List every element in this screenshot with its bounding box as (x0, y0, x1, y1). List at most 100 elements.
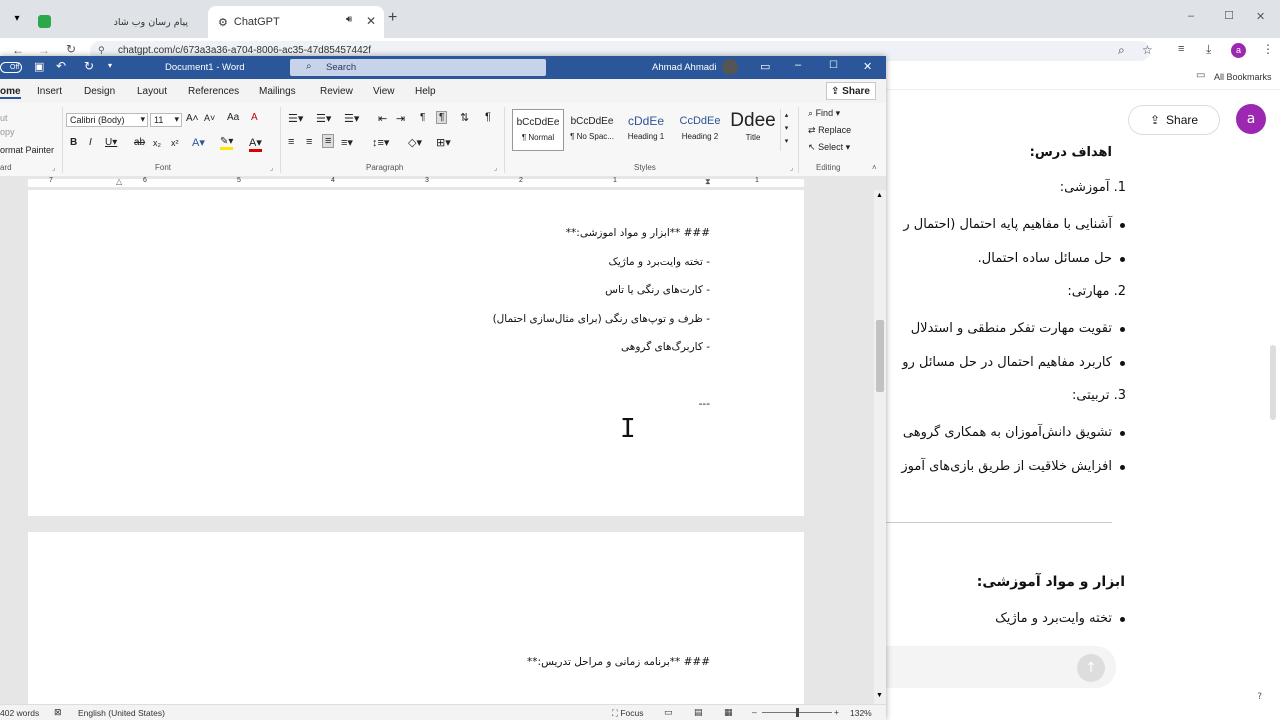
word-count[interactable]: 402 words (0, 708, 39, 718)
zoom-level[interactable]: 132% (850, 708, 872, 718)
word-maximize-button[interactable]: ☐ (829, 60, 838, 71)
strikethrough-button[interactable]: ab (134, 137, 145, 148)
tab-home[interactable]: ome (0, 86, 21, 99)
forward-icon[interactable]: → (38, 43, 50, 57)
clear-formatting-icon[interactable]: A (251, 112, 258, 123)
reading-list-icon[interactable]: ≡ (1178, 43, 1184, 55)
underline-button[interactable]: U▾ (105, 137, 117, 148)
tab-insert[interactable]: Insert (37, 86, 62, 97)
help-icon[interactable]: ? (1257, 692, 1262, 702)
word-share-button[interactable]: ⇪ Share (826, 82, 876, 100)
page-scrollbar[interactable] (1270, 345, 1276, 420)
print-layout-icon[interactable]: ▤ (694, 707, 703, 718)
tab-search-button[interactable]: ▾ (8, 10, 26, 28)
dialog-launcher-icon[interactable]: ⌟ (790, 164, 793, 172)
sort-icon[interactable]: ⇅ (460, 111, 469, 124)
customize-qat-icon[interactable]: ▾ (108, 61, 112, 70)
word-close-button[interactable]: ✕ (863, 60, 872, 73)
autosave-toggle[interactable]: Off (0, 62, 22, 73)
site-info-icon[interactable]: ⚲ (98, 45, 105, 56)
scroll-down-icon[interactable]: ▼ (876, 692, 883, 699)
minimize-button[interactable]: – (1188, 10, 1194, 22)
style-heading-1[interactable]: cDdEe Heading 1 (620, 109, 672, 151)
superscript-button[interactable]: x² (171, 138, 179, 148)
multilevel-list-icon[interactable]: ☰▾ (344, 112, 359, 125)
close-tab-icon[interactable]: ✕ (366, 14, 376, 28)
zoom-slider-thumb[interactable] (796, 708, 799, 717)
tab-shad[interactable]: پیام رسان وب شاد ✕ (30, 6, 224, 38)
tab-view[interactable]: View (373, 86, 395, 97)
line-spacing-icon[interactable]: ↕≡▾ (372, 136, 389, 149)
font-color-icon[interactable]: A▾ (249, 136, 262, 152)
document-canvas[interactable]: ### **ابزار و مواد اموزشی:** - تخته وایت… (0, 190, 874, 704)
highlight-icon[interactable]: ✎▾ (220, 136, 234, 150)
cut-button[interactable]: ut (0, 113, 8, 123)
language-status[interactable]: English (United States) (78, 708, 165, 718)
user-avatar[interactable]: a (1236, 104, 1266, 134)
horizontal-ruler[interactable]: 7 6 5 4 3 2 1 1 △ ⧗ (0, 176, 886, 190)
align-left-icon[interactable]: ≡ (288, 136, 294, 148)
all-bookmarks-link[interactable]: All Bookmarks (1214, 72, 1272, 82)
increase-indent-icon[interactable]: ⇥ (396, 112, 405, 125)
undo-icon[interactable]: ↶ (56, 59, 66, 73)
word-minimize-button[interactable]: – (795, 59, 801, 71)
ribbon-display-icon[interactable]: ▭ (760, 60, 770, 73)
user-photo-avatar[interactable] (722, 59, 738, 75)
right-indent-marker-icon[interactable]: ⧗ (705, 177, 711, 187)
vertical-scrollbar[interactable]: ▲ ▼ (874, 190, 886, 704)
share-button[interactable]: ⇪ Share (1128, 105, 1220, 135)
decrease-indent-icon[interactable]: ⇤ (378, 112, 387, 125)
redo-icon[interactable]: ↻ (84, 59, 94, 73)
profile-avatar[interactable]: a (1231, 43, 1246, 58)
web-layout-icon[interactable]: ▦ (724, 707, 733, 718)
downloads-icon[interactable]: ⤓ (1206, 42, 1211, 57)
font-size-select[interactable]: 11 ▾ (150, 113, 182, 127)
font-name-select[interactable]: Calibri (Body) ▾ (66, 113, 148, 127)
save-icon[interactable]: ▣ (34, 60, 44, 73)
tab-mailings[interactable]: Mailings (259, 86, 296, 97)
find-button[interactable]: ⌕ Find ▾ (808, 108, 840, 119)
audio-icon[interactable]: 🔊︎ (346, 14, 352, 25)
bold-button[interactable]: B (70, 137, 77, 148)
proofing-icon[interactable]: ⊠ (54, 707, 62, 718)
style-no-spacing[interactable]: bCcDdEe ¶ No Spac... (566, 109, 618, 151)
grow-font-icon[interactable]: A˄ (186, 113, 199, 124)
tab-references[interactable]: References (188, 86, 239, 97)
style-normal[interactable]: bCcDdEe ¶ Normal (512, 109, 564, 151)
read-mode-icon[interactable]: ▭ (664, 707, 673, 718)
new-tab-button[interactable]: + (388, 9, 397, 27)
select-button[interactable]: ↖ Select ▾ (808, 142, 850, 153)
dialog-launcher-icon[interactable]: ⌟ (270, 164, 273, 172)
focus-button[interactable]: ⛶ Focus (612, 708, 643, 719)
zoom-out-icon[interactable]: – (752, 707, 757, 717)
tab-layout[interactable]: Layout (137, 86, 167, 97)
send-arrow-icon[interactable]: ↑ (1077, 654, 1105, 682)
borders-icon[interactable]: ⊞▾ (436, 136, 451, 149)
show-marks-icon[interactable]: ¶ (485, 111, 491, 123)
bookmark-star-icon[interactable]: ☆ (1142, 43, 1153, 57)
maximize-button[interactable]: ☐ (1224, 9, 1234, 22)
left-indent-marker-icon[interactable]: △ (116, 177, 122, 186)
user-name[interactable]: Ahmad Ahmadi (652, 62, 716, 73)
text-effects-icon[interactable]: A▾ (192, 136, 205, 149)
style-title[interactable]: Ddee Title (728, 109, 778, 151)
back-icon[interactable]: ← (12, 43, 24, 57)
shrink-font-icon[interactable]: A˅ (204, 113, 215, 123)
format-painter-button[interactable]: ormat Painter (0, 145, 54, 155)
style-heading-2[interactable]: CcDdEe Heading 2 (674, 109, 726, 151)
replace-button[interactable]: ⇄ Replace (808, 125, 851, 136)
tab-help[interactable]: Help (415, 86, 436, 97)
tab-design[interactable]: Design (84, 86, 115, 97)
zoom-in-icon[interactable]: + (834, 707, 839, 717)
rtl-icon[interactable]: ¶ (436, 111, 448, 124)
tab-chatgpt[interactable]: ⚙ ChatGPT 🔊︎ ✕ (208, 6, 384, 38)
styles-gallery-scroll[interactable]: ▴ ▾ ▾ (780, 109, 792, 151)
scroll-up-icon[interactable]: ▲ (876, 192, 883, 199)
bullets-icon[interactable]: ☰▾ (288, 112, 303, 125)
align-center-icon[interactable]: ≡ (306, 136, 312, 148)
zoom-icon[interactable]: ⌕ (1118, 43, 1125, 58)
close-window-button[interactable]: ✕ (1256, 10, 1265, 23)
tab-review[interactable]: Review (320, 86, 353, 97)
collapse-ribbon-icon[interactable]: ˄ (872, 163, 877, 172)
align-right-icon[interactable]: ≡ (322, 134, 335, 148)
